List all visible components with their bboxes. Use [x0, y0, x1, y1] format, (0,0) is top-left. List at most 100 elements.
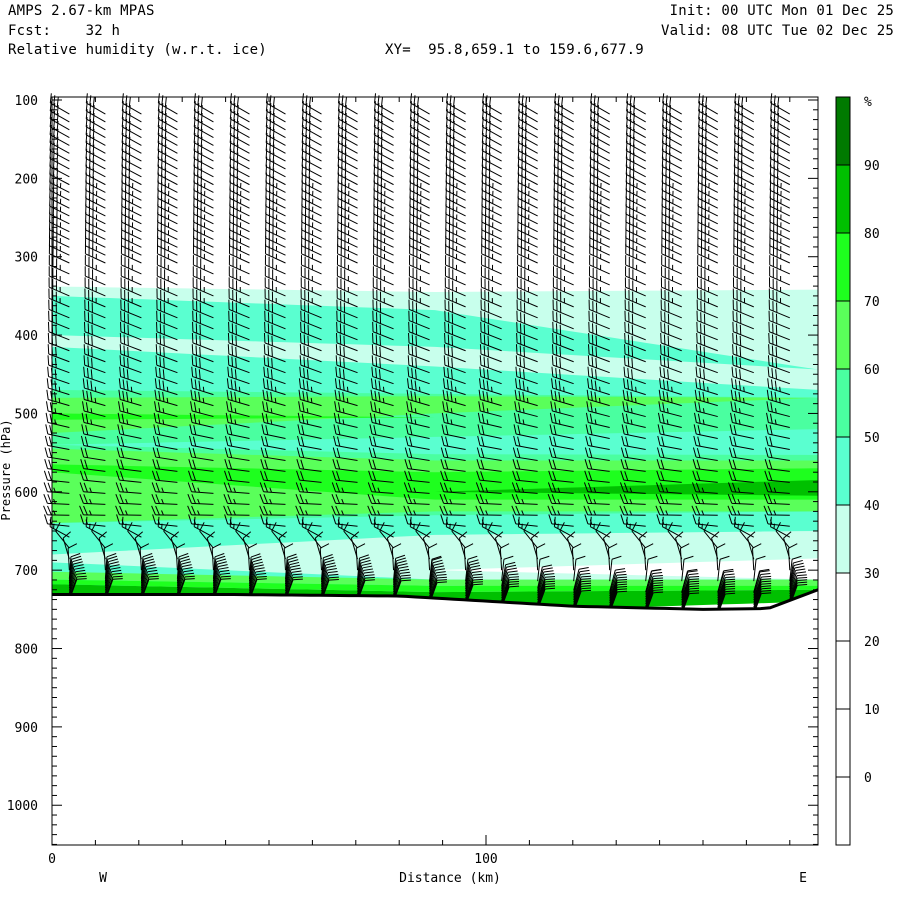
barb-flag: [329, 578, 339, 581]
barb-flag: [303, 345, 306, 356]
barb-flag: [479, 355, 482, 366]
barb-flag: [483, 334, 486, 345]
barb-shaft: [157, 166, 178, 178]
barb-shaft: [517, 181, 538, 193]
barb-shaft: [337, 189, 358, 201]
barb-shaft: [517, 245, 538, 256]
barb-shaft: [85, 166, 106, 178]
barb-shaft: [626, 166, 646, 178]
barb-flag: [689, 578, 700, 581]
barb-shaft: [49, 189, 70, 201]
barb-flag: [555, 356, 558, 367]
barb-shaft: [121, 197, 142, 209]
barb-shaft: [409, 197, 430, 209]
barb-shaft: [265, 229, 286, 240]
barb-flag: [123, 334, 126, 345]
barb-half-flag: [599, 386, 601, 392]
barb-shaft: [229, 205, 250, 217]
wind-barb: [590, 93, 610, 115]
barb-shaft: [85, 197, 106, 209]
barb-flag: [509, 578, 520, 581]
barb-flag: [339, 356, 342, 367]
barb-shaft: [301, 213, 322, 225]
barb-shaft: [301, 174, 322, 186]
barb-flag: [48, 448, 53, 458]
barb-shaft: [409, 205, 430, 217]
barb-shaft: [193, 264, 214, 275]
barb-shaft: [481, 174, 502, 186]
barb-half-flag: [202, 397, 205, 403]
barb-shaft: [589, 245, 610, 256]
barb-shaft: [481, 181, 502, 193]
barb-flag: [46, 378, 49, 389]
barb-shaft: [373, 158, 394, 170]
barb-shaft: [445, 213, 466, 225]
barb-shaft: [661, 174, 682, 186]
barb-shaft: [661, 237, 682, 248]
barb-shaft: [661, 229, 682, 240]
barb-shaft: [662, 166, 682, 178]
barb-shaft: [157, 158, 178, 170]
barb-flag: [581, 589, 592, 592]
barb-flag: [87, 334, 90, 345]
barb-shaft: [157, 197, 178, 209]
barb-shaft: [193, 213, 214, 225]
barb-shaft: [517, 158, 538, 170]
barb-flag: [256, 575, 267, 578]
barb-flag: [235, 346, 237, 357]
barb-flag: [235, 335, 237, 346]
barb-shaft: [373, 213, 394, 225]
barb-flag: [617, 586, 628, 588]
wind-barb: [49, 93, 70, 115]
barb-shaft: [157, 229, 178, 240]
barb-half-flag: [238, 386, 241, 392]
barb-flag: [231, 356, 234, 367]
barb-shaft: [265, 213, 286, 225]
barb-shaft: [229, 166, 250, 178]
barb-shaft: [229, 181, 250, 193]
barb-flag: [43, 505, 48, 516]
barb-shaft: [553, 237, 574, 248]
barb-shaft: [409, 253, 430, 264]
barb-shaft: [373, 205, 394, 217]
barb-flag: [184, 578, 195, 580]
barb-shaft: [517, 264, 538, 275]
barb-flag: [595, 346, 598, 357]
barb-flag: [127, 335, 129, 346]
barb-shaft: [301, 264, 322, 275]
barb-shaft: [229, 174, 250, 186]
barb-shaft: [589, 229, 610, 240]
barb-flag: [473, 576, 483, 579]
barb-flag: [408, 333, 410, 343]
barb-flag: [415, 358, 417, 368]
barb-flag: [551, 355, 554, 366]
barb-half-flag: [454, 397, 457, 403]
barb-shaft: [157, 189, 178, 201]
barb-flag: [267, 356, 270, 367]
barb-shaft: [193, 205, 214, 217]
barb-shaft: [85, 189, 106, 201]
barb-shaft: [193, 253, 214, 264]
barb-shaft: [445, 253, 466, 264]
barb-half-flag: [310, 397, 313, 403]
barb-shaft: [409, 158, 430, 170]
barb-flag: [653, 579, 664, 582]
barb-flag: [371, 344, 374, 355]
barb-flag: [307, 346, 309, 357]
barb-flag: [447, 356, 450, 367]
barb-flag: [379, 358, 381, 368]
barb-shaft: [193, 197, 214, 209]
barb-shaft: [553, 213, 574, 225]
barb-flag: [581, 580, 592, 583]
barb-flag: [76, 575, 87, 578]
barb-flag: [307, 335, 309, 346]
barb-flag: [487, 358, 489, 368]
barb-flag: [581, 582, 592, 585]
barb-flag: [227, 333, 230, 343]
barb-shaft: [337, 166, 358, 178]
wind-barb: [265, 93, 286, 115]
barb-shaft: [445, 181, 466, 193]
barb-shaft: [337, 229, 358, 240]
barb-flag: [581, 587, 592, 590]
barb-flag: [653, 577, 664, 580]
